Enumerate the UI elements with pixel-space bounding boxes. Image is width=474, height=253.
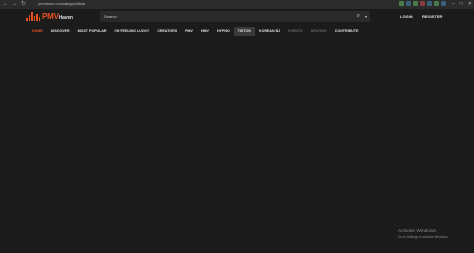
browser-toolbar: ← → ↻ pmvhaven.com/category/tiktok – □ ✕ <box>0 0 474 9</box>
extension-icon[interactable] <box>406 1 411 6</box>
nav-item-archive[interactable]: ARCHIVE <box>307 27 331 36</box>
nav-item-korean-bj[interactable]: KOREAN BJ <box>255 27 284 36</box>
extension-icon[interactable] <box>420 1 425 6</box>
register-button[interactable]: REGISTER <box>422 14 442 19</box>
address-bar[interactable]: pmvhaven.com/category/tiktok <box>38 1 85 8</box>
nav-item-tiktok[interactable]: TIKTOK <box>233 27 256 36</box>
nav-item-hmv[interactable]: HMV <box>197 27 213 36</box>
activate-windows-watermark: Activate Windows Go to Settings to activ… <box>398 229 448 239</box>
window-controls: – □ ✕ <box>452 1 472 8</box>
nav-item-discover[interactable]: DISCOVER <box>47 27 74 36</box>
minimize-icon[interactable]: – <box>452 1 455 8</box>
extensions-area <box>399 1 446 6</box>
nav-item-home[interactable]: HOME <box>28 27 47 36</box>
nav-item-feeling-lucky[interactable]: I'M FEELING LUCKY <box>111 27 154 36</box>
forward-icon[interactable]: → <box>11 1 18 8</box>
extension-icon[interactable] <box>427 1 432 6</box>
extension-icon[interactable] <box>413 1 418 6</box>
nav-item-hypno[interactable]: HYPNO <box>213 27 234 36</box>
nav-item-pmv[interactable]: PMV <box>181 27 197 36</box>
main-content <box>0 37 474 253</box>
nav-item-contribute[interactable]: CONTRIBUTE <box>331 27 363 36</box>
watermark-subtitle: Go to Settings to activate Windows. <box>398 235 449 239</box>
main-nav: HOME DISCOVER MOST POPULAR I'M FEELING L… <box>28 27 362 36</box>
extension-icon[interactable] <box>399 1 404 6</box>
reload-icon[interactable]: ↻ <box>20 1 27 8</box>
site-logo[interactable]: PMVHaven <box>26 12 73 21</box>
chevron-down-icon[interactable]: ▾ <box>365 11 367 22</box>
maximize-icon[interactable]: □ <box>460 1 463 8</box>
extension-icon[interactable] <box>434 1 439 6</box>
nav-item-events[interactable]: EVENTS <box>284 27 306 36</box>
login-button[interactable]: LOGIN <box>400 14 413 19</box>
nav-item-creators[interactable]: CREATORS <box>153 27 181 36</box>
close-icon[interactable]: ✕ <box>468 1 472 8</box>
logo-text: PMVHaven <box>42 12 73 21</box>
search-icon[interactable]: ⌕ <box>357 11 360 22</box>
watermark-title: Activate Windows <box>398 229 436 234</box>
equalizer-icon <box>26 12 40 21</box>
search-input[interactable]: Search <box>104 11 117 22</box>
back-icon[interactable]: ← <box>2 1 9 8</box>
site-header: PMVHaven Search ⌕ ▾ LOGIN REGISTER <box>0 9 474 26</box>
search-bar[interactable]: Search ⌕ ▾ <box>100 11 370 22</box>
profile-icon[interactable] <box>441 1 446 6</box>
nav-item-most-popular[interactable]: MOST POPULAR <box>74 27 111 36</box>
